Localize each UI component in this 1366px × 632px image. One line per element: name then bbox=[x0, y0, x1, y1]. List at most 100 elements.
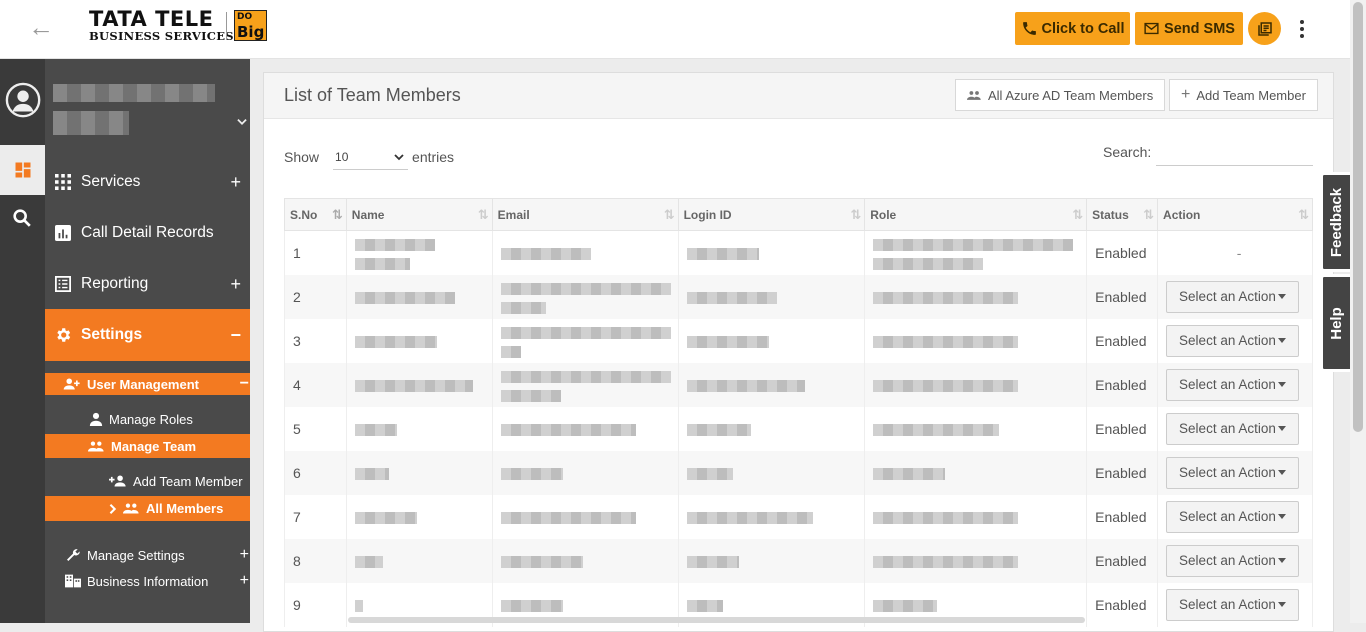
notes-button[interactable] bbox=[1248, 12, 1281, 45]
select-action-button[interactable]: Select an Action bbox=[1166, 500, 1300, 533]
azure-ad-members-button[interactable]: All Azure AD Team Members bbox=[955, 79, 1166, 111]
select-action-label: Select an Action bbox=[1179, 509, 1276, 524]
expand-icon[interactable]: + bbox=[240, 572, 249, 590]
dashboard-rail-button[interactable] bbox=[0, 145, 45, 195]
redacted-value bbox=[354, 239, 435, 252]
add-team-member-button[interactable]: + Add Team Member bbox=[1169, 79, 1318, 111]
cell-login-id bbox=[677, 538, 866, 583]
user-add-icon bbox=[63, 378, 80, 390]
click-to-call-button[interactable]: Click to Call bbox=[1015, 12, 1130, 45]
sidebar-item-manage-settings[interactable]: Manage Settings + bbox=[45, 544, 250, 566]
group-icon bbox=[967, 90, 981, 100]
search-icon[interactable] bbox=[11, 207, 33, 229]
sidebar-item-label: Reporting bbox=[81, 275, 149, 292]
sidebar-item-label: Manage Settings bbox=[87, 547, 185, 563]
select-action-button[interactable]: Select an Action bbox=[1166, 456, 1300, 489]
table-row: 4 Enabled Select an Action bbox=[284, 362, 1313, 407]
expand-icon[interactable]: + bbox=[240, 546, 249, 564]
redacted-value bbox=[686, 599, 723, 612]
redacted-value bbox=[500, 555, 583, 568]
select-action-button[interactable]: Select an Action bbox=[1166, 412, 1300, 445]
sidebar-item-user-management[interactable]: User Management − bbox=[45, 373, 250, 395]
cell-sno: 1 bbox=[284, 230, 347, 275]
redacted-value bbox=[354, 511, 417, 524]
help-tab[interactable]: Help bbox=[1320, 274, 1350, 372]
redacted-value bbox=[500, 370, 671, 383]
cell-status: Enabled bbox=[1086, 538, 1159, 583]
sidebar: Services + Call Detail Records Reporting… bbox=[45, 59, 250, 623]
help-label: Help bbox=[1328, 306, 1346, 340]
caret-down-icon bbox=[1278, 514, 1287, 519]
cell-role bbox=[864, 538, 1088, 583]
col-name[interactable]: Name ⇅ bbox=[345, 198, 493, 231]
redacted-value bbox=[354, 423, 397, 436]
collapse-icon[interactable]: − bbox=[230, 325, 241, 346]
sidebar-item-settings[interactable]: Settings − bbox=[45, 309, 250, 361]
sidebar-item-label: Manage Team bbox=[111, 438, 197, 454]
cell-role bbox=[864, 318, 1088, 363]
select-action-button[interactable]: Select an Action bbox=[1166, 324, 1300, 357]
building-icon bbox=[65, 574, 81, 588]
collapse-icon[interactable]: − bbox=[240, 375, 249, 393]
caret-down-icon bbox=[1278, 338, 1287, 343]
cell-action: Select an Action bbox=[1157, 494, 1313, 539]
col-role[interactable]: Role ⇅ bbox=[864, 198, 1088, 231]
sidebar-item-add-team-member[interactable]: Add Team Member bbox=[45, 470, 250, 492]
sidebar-item-manage-team[interactable]: Manage Team bbox=[45, 434, 250, 458]
sidebar-item-business-information[interactable]: Business Information + bbox=[45, 570, 250, 592]
expand-icon[interactable]: + bbox=[230, 274, 241, 295]
scrollbar-thumb[interactable] bbox=[1353, 2, 1363, 432]
sidebar-item-reporting[interactable]: Reporting + bbox=[45, 263, 250, 305]
cell-name bbox=[345, 450, 493, 495]
col-status[interactable]: Status ⇅ bbox=[1086, 198, 1159, 231]
redacted-value bbox=[500, 423, 636, 436]
cell-name bbox=[345, 406, 493, 451]
select-action-button[interactable]: Select an Action bbox=[1166, 280, 1300, 313]
sidebar-item-services[interactable]: Services + bbox=[45, 161, 250, 203]
search-input[interactable] bbox=[1156, 139, 1313, 166]
horizontal-scrollbar[interactable] bbox=[348, 617, 1085, 623]
col-sno[interactable]: S.No ⇅ bbox=[284, 198, 347, 231]
cell-login-id bbox=[677, 406, 866, 451]
cell-email bbox=[491, 362, 679, 407]
caret-down-icon bbox=[1278, 294, 1287, 299]
feedback-label: Feedback bbox=[1328, 187, 1346, 257]
select-action-button[interactable]: Select an Action bbox=[1166, 544, 1300, 577]
show-label: Show bbox=[284, 149, 320, 165]
caret-down-icon bbox=[1278, 382, 1287, 387]
user-avatar-icon[interactable] bbox=[5, 82, 43, 120]
cell-role bbox=[864, 450, 1088, 495]
group-icon bbox=[88, 441, 104, 451]
chevron-down-icon bbox=[394, 153, 404, 160]
sidebar-item-label: Call Detail Records bbox=[81, 224, 214, 241]
col-login-id[interactable]: Login ID ⇅ bbox=[677, 198, 866, 231]
send-sms-button[interactable]: Send SMS bbox=[1135, 12, 1243, 45]
cell-email bbox=[491, 450, 679, 495]
top-bar: ← TATA TELE BUSINESS SERVICES DO Big Cli… bbox=[0, 0, 1350, 59]
sidebar-item-all-members[interactable]: All Members bbox=[45, 496, 250, 521]
cell-status: Enabled bbox=[1086, 230, 1159, 275]
chevron-down-icon[interactable] bbox=[235, 115, 249, 129]
select-action-label: Select an Action bbox=[1179, 377, 1276, 392]
more-menu-icon[interactable] bbox=[1293, 16, 1311, 42]
cell-email bbox=[491, 230, 679, 275]
sort-icon: ⇅ bbox=[663, 207, 675, 222]
entries-select[interactable]: 10 bbox=[333, 144, 409, 170]
sidebar-item-manage-roles[interactable]: Manage Roles bbox=[45, 408, 250, 430]
back-arrow-icon[interactable]: ← bbox=[28, 14, 54, 40]
feedback-tab[interactable]: Feedback bbox=[1320, 172, 1350, 272]
col-action[interactable]: Action ⇅ bbox=[1157, 198, 1313, 231]
vertical-scrollbar[interactable] bbox=[1350, 0, 1366, 623]
cell-login-id bbox=[677, 318, 866, 363]
cell-email bbox=[491, 538, 679, 583]
redacted-value bbox=[354, 599, 363, 612]
select-action-button[interactable]: Select an Action bbox=[1166, 368, 1300, 401]
mail-icon bbox=[1144, 22, 1159, 35]
col-email[interactable]: Email ⇅ bbox=[491, 198, 679, 231]
sidebar-item-cdr[interactable]: Call Detail Records bbox=[45, 212, 250, 254]
redacted-value bbox=[686, 555, 739, 568]
sort-icon: ⇅ bbox=[1072, 207, 1083, 222]
expand-icon[interactable]: + bbox=[230, 172, 241, 193]
table-header-row: S.No ⇅ Name ⇅ Email ⇅ Login ID ⇅ Role ⇅ Statu… bbox=[284, 198, 1313, 231]
select-action-button[interactable]: Select an Action bbox=[1166, 588, 1300, 621]
